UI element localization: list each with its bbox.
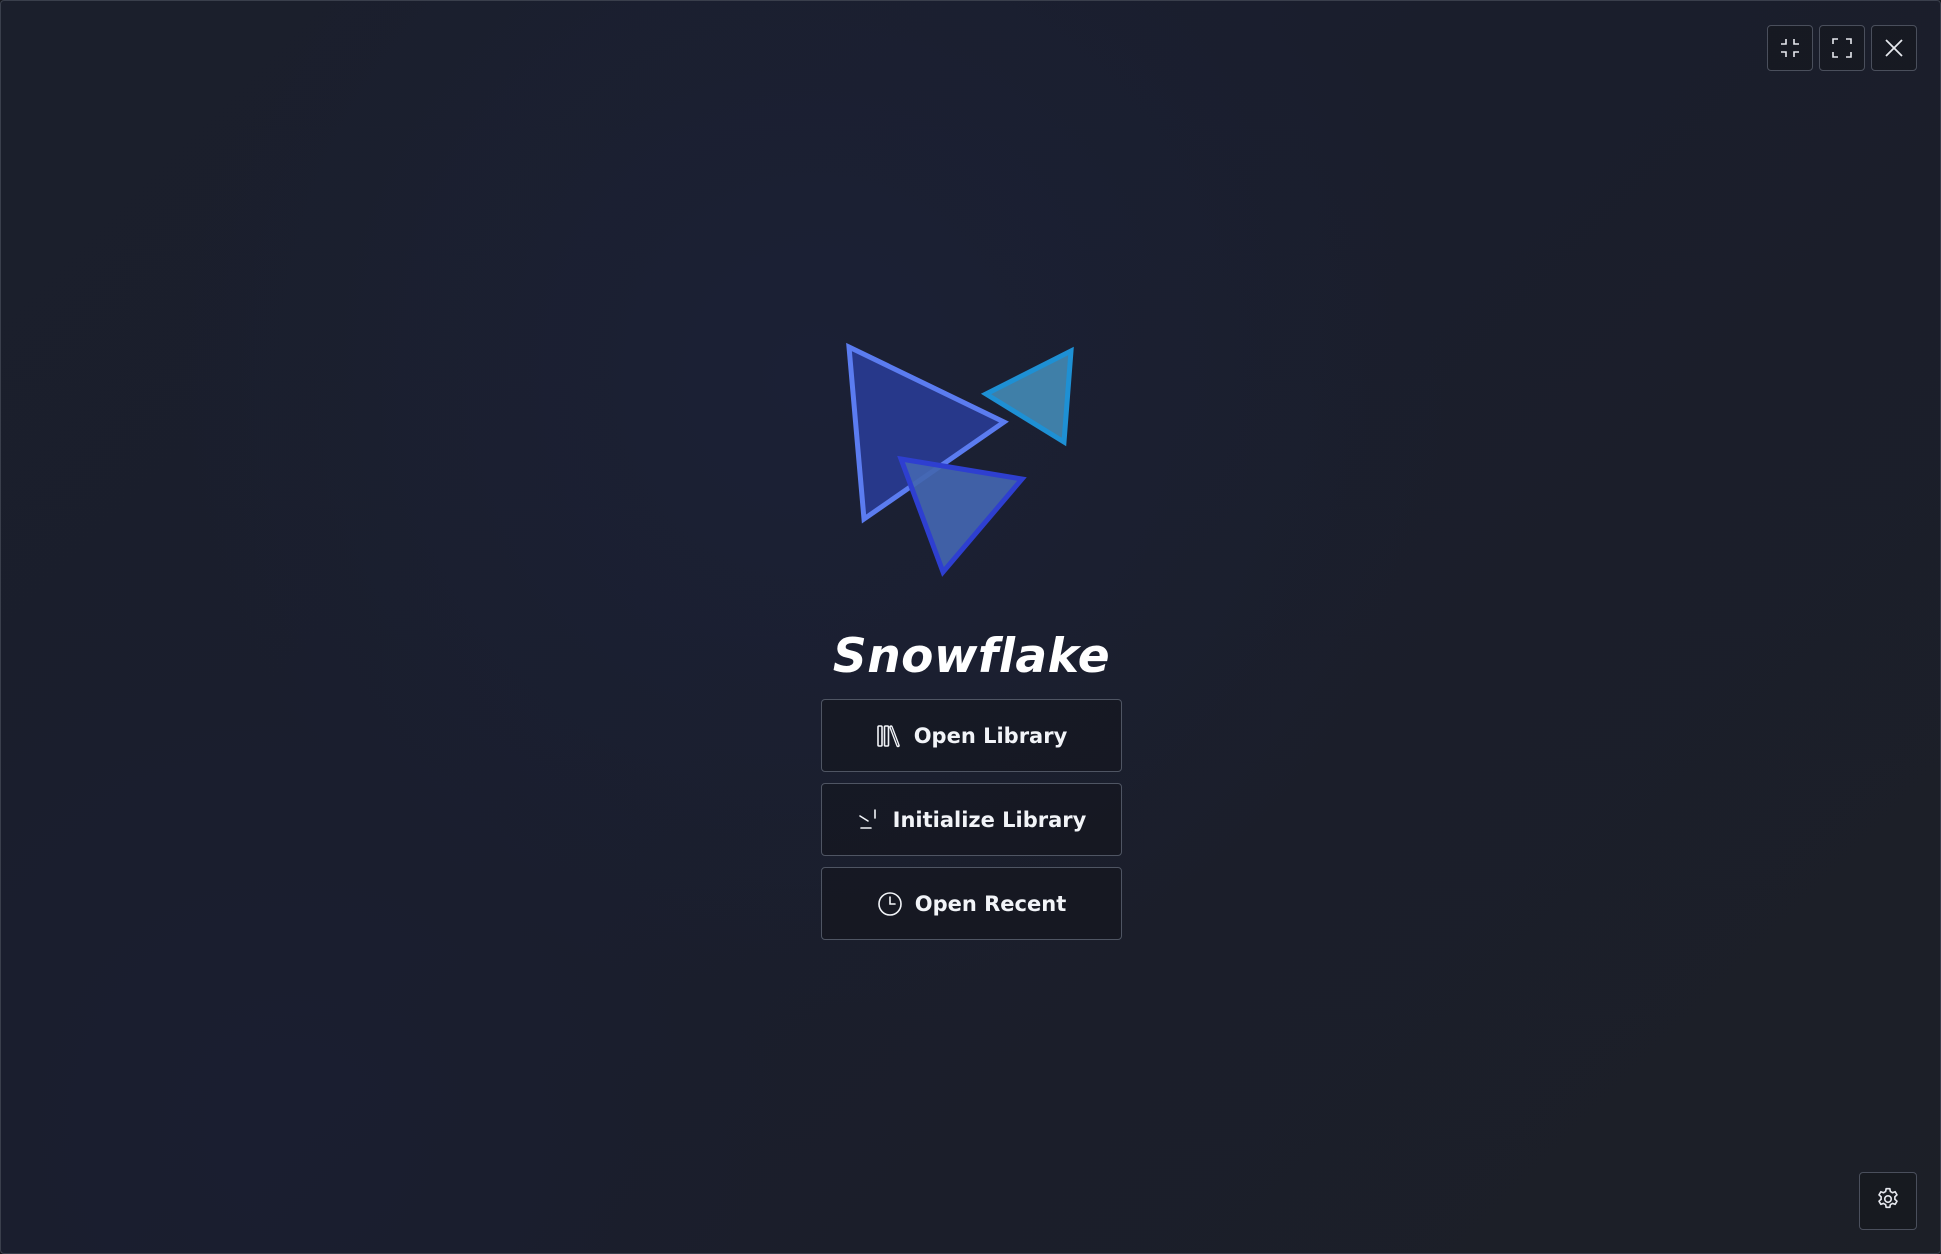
library-books-icon bbox=[876, 724, 902, 748]
close-icon bbox=[1883, 37, 1905, 59]
fullscreen-button[interactable] bbox=[1819, 25, 1865, 71]
start-actions: Open Library Initialize Library Open Rec… bbox=[821, 699, 1122, 951]
open-recent-button[interactable]: Open Recent bbox=[821, 867, 1122, 940]
open-recent-label: Open Recent bbox=[914, 891, 1067, 916]
close-button[interactable] bbox=[1871, 25, 1917, 71]
settings-button[interactable] bbox=[1859, 1172, 1917, 1230]
clock-icon bbox=[877, 891, 903, 917]
app-window: Snowflake Open Library Initialize Librar… bbox=[0, 0, 1941, 1254]
open-library-button[interactable]: Open Library bbox=[821, 699, 1122, 772]
sparkle-init-icon bbox=[857, 808, 881, 832]
gear-icon bbox=[1875, 1186, 1901, 1216]
initialize-library-label: Initialize Library bbox=[892, 807, 1087, 832]
compact-icon bbox=[1779, 37, 1801, 59]
initialize-library-button[interactable]: Initialize Library bbox=[821, 783, 1122, 856]
fullscreen-icon bbox=[1831, 37, 1853, 59]
app-title: Snowflake bbox=[832, 629, 1111, 684]
window-controls bbox=[1767, 25, 1917, 71]
open-library-label: Open Library bbox=[913, 723, 1068, 748]
compact-button[interactable] bbox=[1767, 25, 1813, 71]
snowflake-triangles-logo bbox=[839, 339, 1079, 579]
